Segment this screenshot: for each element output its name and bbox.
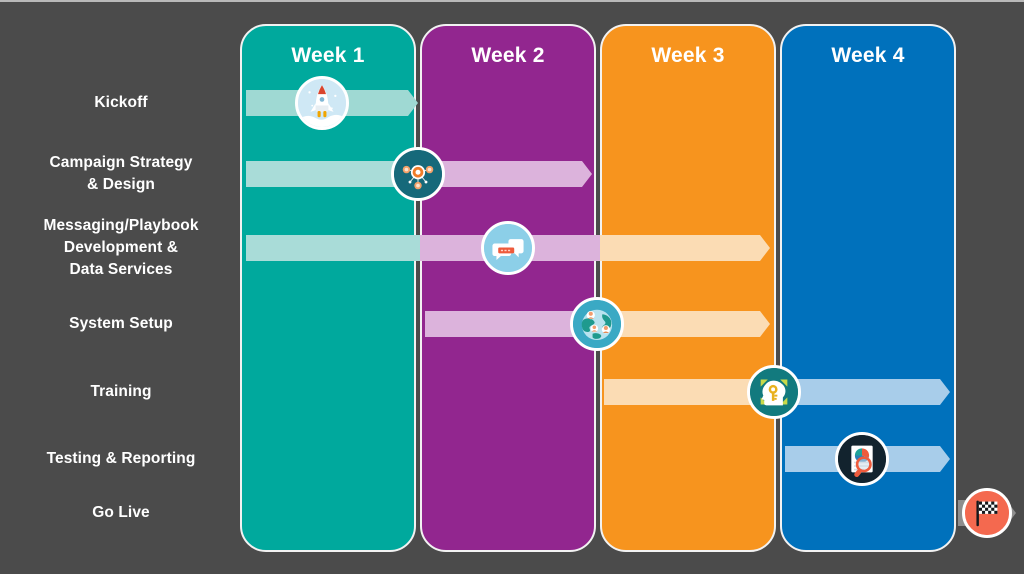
arrow-segment (600, 235, 750, 261)
week-column-title: Week 3 (651, 44, 725, 67)
task-label-line: Data Services (69, 261, 173, 278)
arrow-head (750, 235, 770, 261)
task-label-column: Kickoff Campaign Strategy & Design Messagin… (0, 2, 236, 574)
arrow-head (572, 161, 592, 187)
week-column-title: Week 2 (471, 44, 545, 67)
week-column-title: Week 1 (291, 44, 365, 67)
arrow-segment (246, 235, 420, 261)
week-column-title: Week 4 (831, 44, 905, 67)
task-label-line: Messaging/Playbook (43, 217, 199, 234)
globe-people-icon[interactable] (570, 297, 624, 351)
speech-bubble-icon[interactable] (481, 221, 535, 275)
task-arrow-row[interactable] (0, 161, 1024, 187)
rocket-icon[interactable] (295, 76, 349, 130)
task-arrow-row[interactable] (0, 379, 1024, 405)
report-magnifier-icon[interactable] (835, 432, 889, 486)
head-key-icon[interactable] (747, 365, 801, 419)
arrow-head (398, 90, 418, 116)
task-arrow-row[interactable] (0, 311, 1024, 337)
arrow-head (750, 311, 770, 337)
arrow-head (930, 446, 950, 472)
task-arrow-row[interactable] (0, 500, 1024, 526)
arrow-head (930, 379, 950, 405)
network-strategy-icon[interactable] (391, 147, 445, 201)
timeline-infographic: Week 1 Week 2 Week 3 Week 4 Kickoff Campaign… (0, 0, 1024, 574)
task-arrow-row[interactable] (0, 90, 1024, 116)
checkered-flag-icon[interactable] (962, 488, 1012, 538)
